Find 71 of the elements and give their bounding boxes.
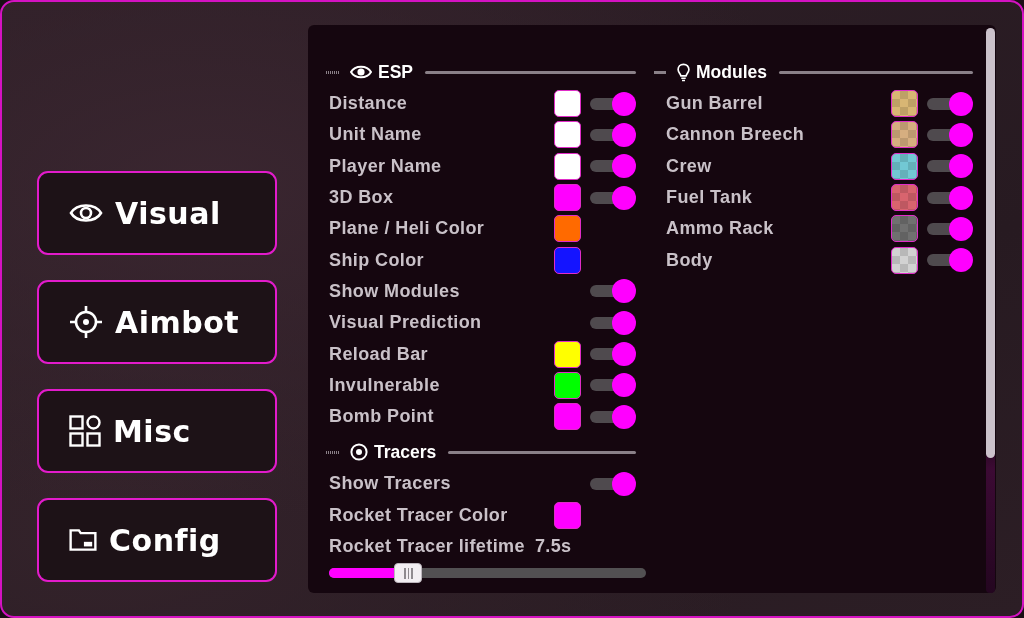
toggle-switch[interactable] [590, 310, 636, 335]
swatch-icon[interactable] [554, 184, 581, 212]
swatch-icon[interactable] [554, 152, 581, 180]
swatch-icon[interactable] [891, 215, 918, 243]
toggle-switch[interactable] [590, 279, 636, 304]
swatch-icon[interactable] [891, 184, 918, 212]
grid-icon [69, 415, 101, 447]
option-label: Rocket Tracer Color [329, 504, 509, 526]
toggle-switch[interactable] [927, 91, 973, 116]
option-label: Plane / Heli Color [329, 218, 486, 240]
lightbulb-icon [677, 62, 690, 82]
option-label: Visual Prediction [329, 312, 483, 334]
toggle-switch[interactable] [590, 154, 636, 179]
section-title: ESP [378, 61, 414, 83]
option-label: Distance [329, 93, 409, 115]
swatch-icon[interactable] [554, 340, 581, 368]
toggle-switch[interactable] [590, 342, 636, 366]
option-label: 3D Box [329, 187, 395, 209]
option-label: Cannon Breech [666, 124, 806, 146]
option-label: Show Tracers [329, 473, 452, 495]
toggle-switch[interactable] [927, 154, 973, 179]
swatch-icon[interactable] [891, 121, 918, 149]
option-label: Show Modules [329, 280, 461, 302]
toggle-switch[interactable] [927, 248, 973, 273]
option-label: Fuel Tank [666, 187, 754, 209]
option-label: Unit Name [329, 124, 423, 146]
swatch-icon[interactable] [554, 121, 581, 149]
menu-button[interactable]: Visual [37, 171, 277, 255]
eye-icon [69, 201, 103, 225]
scrollbar-thumb[interactable] [986, 28, 995, 458]
slider-thumb[interactable] [394, 563, 423, 584]
toggle-switch[interactable] [590, 122, 636, 147]
swatch-icon[interactable] [554, 403, 581, 431]
menu-button[interactable]: Aimbot [37, 280, 277, 364]
option-label: Gun Barrel [666, 93, 765, 115]
section-title: Tracers [374, 441, 437, 463]
toggle-switch[interactable] [590, 471, 636, 496]
option-label: Rocket Tracer lifetime [329, 536, 525, 557]
toggle-switch[interactable] [927, 216, 973, 241]
toggle-switch[interactable] [590, 404, 636, 429]
swatch-icon[interactable] [554, 371, 581, 399]
swatch-icon[interactable] [554, 246, 581, 274]
option-label: Bomb Point [329, 406, 435, 428]
section-title: Modules [696, 61, 767, 83]
option-label: Body [666, 249, 714, 271]
swatch-icon[interactable] [554, 501, 581, 529]
option-label: Invulnerable [329, 374, 441, 396]
swatch-icon[interactable] [891, 246, 918, 274]
toggle-switch[interactable] [590, 373, 636, 398]
eye-icon [350, 65, 372, 79]
crosshair-icon [69, 305, 103, 339]
option-label: Crew [666, 155, 713, 177]
option-label: Ammo Rack [666, 218, 775, 240]
swatch-icon[interactable] [891, 152, 918, 180]
swatch-icon[interactable] [891, 90, 918, 118]
menu-button[interactable]: Misc [37, 389, 277, 473]
slider-track[interactable] [329, 563, 646, 584]
toggle-switch[interactable] [927, 122, 973, 147]
swatch-icon[interactable] [554, 90, 581, 118]
menu-button[interactable]: Config [37, 498, 277, 582]
toggle-switch[interactable] [927, 185, 973, 210]
swatch-icon[interactable] [554, 215, 581, 243]
option-label: Reload Bar [329, 343, 430, 365]
option-label: Ship Color [329, 249, 425, 271]
slider-value: 7.5s [534, 536, 572, 557]
target-icon [350, 443, 368, 462]
folder-icon [69, 529, 97, 551]
toggle-switch[interactable] [590, 91, 636, 116]
option-label: Player Name [329, 155, 443, 177]
toggle-switch[interactable] [590, 185, 636, 210]
scrollbar[interactable] [986, 28, 995, 593]
